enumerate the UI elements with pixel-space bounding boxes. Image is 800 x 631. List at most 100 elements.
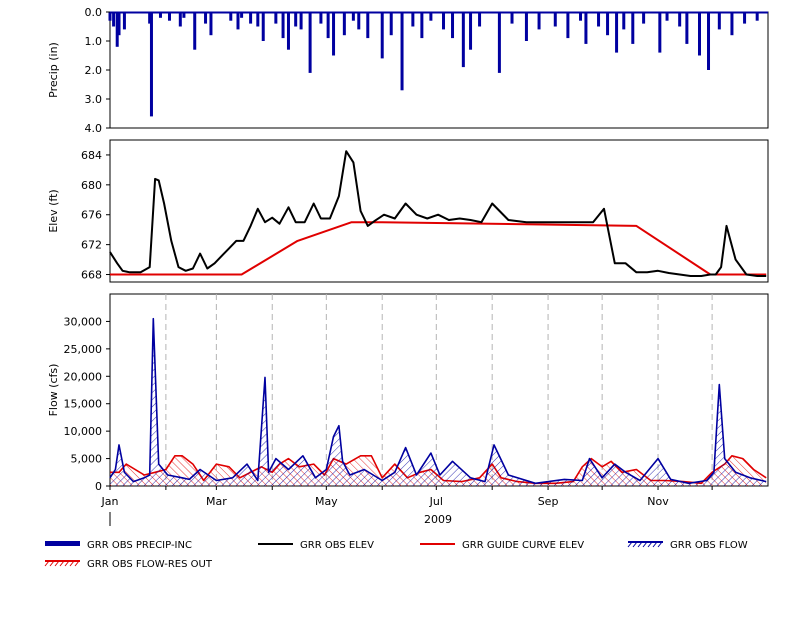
flow-panel: 0 5,000 10,000 15,000 20,000 25,000 30,000 Flo… — [47, 293, 769, 493]
precip-plot-frame — [109, 11, 769, 129]
x-axis: Jan Mar May Jul Sep Nov — [101, 486, 713, 508]
precip-bar — [584, 12, 588, 44]
precip-bar — [451, 12, 455, 39]
precip-bar — [240, 12, 244, 18]
precip-y-tick-label: 4.0 — [85, 122, 103, 135]
elevation-y-tick-label: 668 — [81, 269, 102, 282]
precip-bar — [149, 12, 153, 117]
legend-label: GRR OBS ELEV — [300, 540, 374, 551]
precip-bar — [606, 12, 610, 36]
precip-panel: 0.0 1.0 2.0 3.0 4.0 Precip (in) — [47, 6, 769, 135]
precip-bar — [469, 12, 473, 50]
x-axis-tick-label: Nov — [647, 495, 669, 508]
elevation-y-tick-label: 676 — [81, 209, 102, 222]
precip-bar — [167, 12, 171, 21]
elevation-y-tick-label: 672 — [81, 239, 102, 252]
precip-bar — [755, 12, 759, 21]
precip-bar — [631, 12, 635, 44]
precip-bar — [286, 12, 290, 50]
elevation-axis-title: Elev (ft) — [47, 189, 60, 232]
precip-bar — [622, 12, 626, 30]
elevation-y-ticks: 668 672 676 680 684 — [81, 149, 110, 282]
precip-bar — [615, 12, 619, 53]
precip-bar — [204, 12, 208, 24]
flow-y-ticks: 0 5,000 10,000 15,000 20,000 25,000 30,000 — [64, 315, 110, 493]
flow-y-tick-label: 10,000 — [64, 425, 103, 438]
flow-y-tick-label: 15,000 — [64, 398, 103, 411]
elevation-plot-frame — [109, 139, 769, 283]
precip-bar — [510, 12, 514, 24]
precip-bar — [122, 12, 126, 30]
precip-bar — [274, 12, 278, 24]
precip-bar — [411, 12, 415, 27]
precip-bar — [281, 12, 285, 39]
legend-label: GRR GUIDE CURVE ELEV — [462, 540, 584, 551]
precip-bar — [342, 12, 346, 36]
precip-bar — [420, 12, 424, 39]
precip-y-tick-label: 3.0 — [85, 93, 103, 106]
precip-bar — [537, 12, 541, 30]
precip-axis-title: Precip (in) — [47, 42, 60, 98]
precip-bar — [678, 12, 682, 27]
precip-bar — [261, 12, 265, 41]
precip-bar — [461, 12, 465, 68]
precip-bar — [743, 12, 747, 24]
precip-bar — [497, 12, 501, 73]
precip-bar — [158, 12, 162, 18]
precip-bar — [308, 12, 312, 73]
precip-bar — [229, 12, 233, 21]
precip-bar — [380, 12, 384, 59]
precip-bar — [299, 12, 303, 30]
precip-bar — [351, 12, 355, 21]
elevation-panel: 668 672 676 680 684 Elev (ft) — [47, 139, 769, 283]
x-axis-tick-label: Mar — [206, 495, 227, 508]
x-axis-tick-label: Sep — [538, 495, 559, 508]
precip-bar — [553, 12, 557, 27]
precip-bar — [326, 12, 330, 39]
precip-y-tick-label: 0.0 — [85, 6, 103, 19]
precip-y-tick-label: 1.0 — [85, 35, 103, 48]
flow-y-tick-label: 25,000 — [64, 343, 103, 356]
precip-bar — [357, 12, 361, 30]
legend-label: GRR OBS PRECIP-INC — [87, 540, 192, 551]
x-axis-tick-label: Jul — [429, 495, 443, 508]
legend-item: GRR GUIDE CURVE ELEV — [420, 540, 584, 551]
elevation-y-tick-label: 680 — [81, 179, 102, 192]
precip-bar — [697, 12, 701, 56]
precip-bar — [249, 12, 253, 24]
precip-bar — [642, 12, 646, 24]
legend-item: GRR OBS FLOW-RES OUT — [44, 559, 213, 570]
x-axis-year-label: 2009 — [424, 513, 452, 526]
precip-bar — [236, 12, 240, 30]
flow-y-tick-label: 30,000 — [64, 315, 103, 328]
legend-item: GRR OBS PRECIP-INC — [45, 540, 192, 551]
precip-bar — [665, 12, 669, 21]
precip-bar — [478, 12, 482, 27]
precip-bar — [442, 12, 446, 30]
precip-bar — [400, 12, 404, 91]
precip-bar — [182, 12, 186, 18]
legend-item: GRR OBS FLOW — [627, 540, 748, 551]
legend: GRR OBS PRECIP-INC GRR OBS ELEV GRR GUIDE … — [44, 540, 748, 570]
legend-label: GRR OBS FLOW — [670, 540, 748, 551]
flow-y-tick-label: 5,000 — [71, 453, 103, 466]
x-axis-tick-label: May — [315, 495, 338, 508]
x-axis-tick-label: Jan — [101, 495, 119, 508]
legend-swatch — [45, 541, 80, 546]
precip-bar — [108, 12, 112, 21]
precip-bar — [256, 12, 260, 27]
precip-bar — [566, 12, 570, 39]
legend-item: GRR OBS ELEV — [258, 540, 374, 551]
precip-bar — [332, 12, 336, 56]
hydrograph-figure: 0.0 1.0 2.0 3.0 4.0 Precip (in) 668 672 676 680… — [0, 0, 800, 627]
flow-axis-title: Flow (cfs) — [47, 364, 60, 417]
precip-bar — [193, 12, 197, 50]
precip-bar — [707, 12, 711, 70]
precip-bar — [389, 12, 393, 36]
precip-bar — [717, 12, 721, 30]
flow-y-tick-label: 20,000 — [64, 370, 103, 383]
precip-bar — [319, 12, 323, 24]
precip-bar — [117, 12, 121, 36]
precip-bar — [366, 12, 370, 39]
precip-bar — [112, 12, 116, 27]
